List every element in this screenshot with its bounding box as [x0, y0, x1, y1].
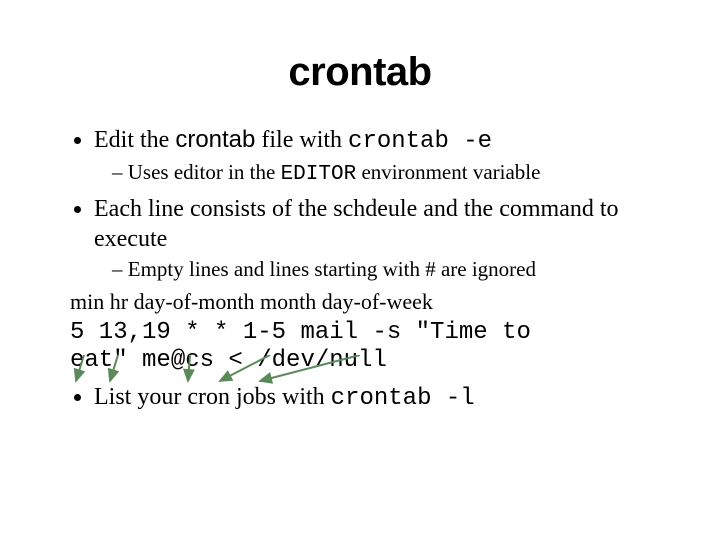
field-dow: day-of-week	[322, 289, 433, 315]
bullet-2-sub: Empty lines and lines starting with # ar…	[112, 256, 650, 282]
text: Uses editor in the	[128, 160, 281, 184]
text-mono: crontab -e	[348, 128, 492, 155]
field-min: min	[70, 289, 104, 315]
cron-example-code: 5 13,19 * * 1-5 mail -s "Time to eat" me…	[70, 319, 650, 377]
text: Each line consists of the schdeule and t…	[94, 196, 619, 252]
slide-title: crontab	[70, 50, 650, 95]
bullet-2: Each line consists of the schdeule and t…	[94, 194, 650, 282]
text: Edit the	[94, 127, 175, 153]
field-dom: day-of-month	[134, 289, 255, 315]
bullet-3: List your cron jobs with crontab -l	[94, 382, 650, 414]
text: Empty lines and lines starting with # ar…	[128, 257, 536, 281]
bullet-1-sub: Uses editor in the EDITOR environment va…	[112, 159, 650, 188]
field-month: month	[260, 289, 316, 315]
text-sans: crontab	[175, 126, 255, 153]
text: environment variable	[356, 160, 540, 184]
text: List your cron jobs with	[94, 384, 331, 410]
code-line-2: eat" me@cs < /dev/null	[70, 347, 387, 374]
field-hr: hr	[110, 289, 128, 315]
text: file with	[255, 127, 348, 153]
cron-field-labels: min hr day-of-month month day-of-week	[70, 289, 650, 315]
bullet-list-2: List your cron jobs with crontab -l	[70, 382, 650, 414]
bullet-1: Edit the crontab file with crontab -e Us…	[94, 125, 650, 188]
bullet-list: Edit the crontab file with crontab -e Us…	[70, 125, 650, 283]
text-mono: crontab -l	[331, 385, 475, 412]
text-mono: EDITOR	[281, 163, 357, 186]
code-line-1: 5 13,19 * * 1-5 mail -s "Time to	[70, 319, 531, 346]
